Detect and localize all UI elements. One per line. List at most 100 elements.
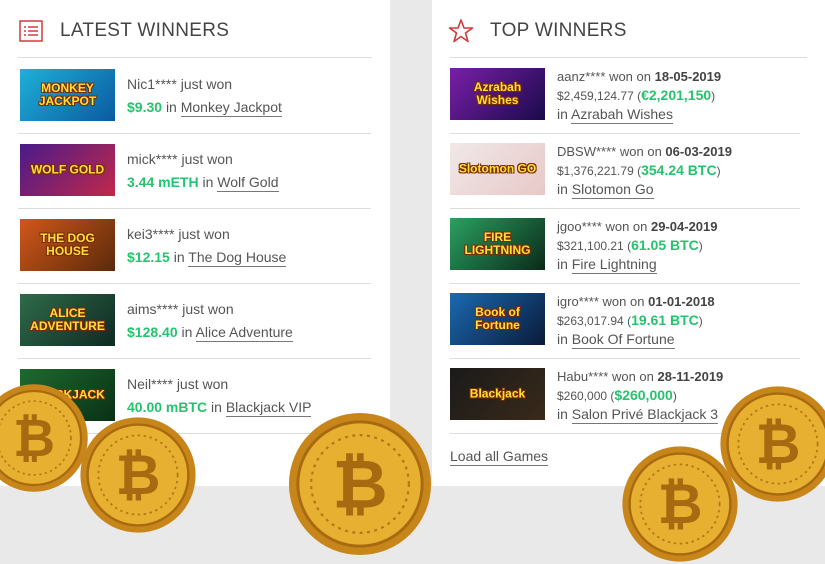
winner-username: jgoo**** <box>557 219 602 234</box>
in-label: in <box>557 256 568 272</box>
game-link[interactable]: Azrabah Wishes <box>571 106 673 124</box>
game-thumbnail-title: THE DOG HOUSE <box>40 231 95 258</box>
win-amount: €2,201,150 <box>641 87 712 103</box>
won-on-label: won on <box>611 369 654 384</box>
win-amount: $260,000 <box>614 387 673 403</box>
in-label: in <box>211 399 222 415</box>
winner-username: Habu**** <box>557 369 609 384</box>
game-thumbnail-title: Book of Fortune <box>475 305 520 332</box>
in-label: in <box>202 174 214 190</box>
bitcoin-coin-icon: ₿ <box>80 417 196 533</box>
svg-text:₿: ₿ <box>756 413 801 477</box>
game-thumbnail[interactable]: ALICE ADVENTURE <box>20 294 115 346</box>
top-winner-row: Slotomon GO DBSW**** won on 06-03-2019 $… <box>450 133 800 209</box>
game-thumbnail[interactable]: FIRE LIGHTNING <box>450 218 545 270</box>
winner-username: aims**** <box>127 301 179 317</box>
game-link[interactable]: Salon Privé Blackjack 3 <box>571 406 719 424</box>
win-usd-value: $1,376,221.79 <box>557 164 634 178</box>
game-link[interactable]: The Dog House <box>188 249 287 267</box>
game-thumbnail-title: FIRE LIGHTNING <box>464 230 531 257</box>
game-thumbnail[interactable]: Book of Fortune <box>450 293 545 345</box>
svg-text:₿: ₿ <box>332 446 387 525</box>
winner-username: aanz**** <box>557 69 606 84</box>
bitcoin-coin-icon: ₿ <box>288 412 432 556</box>
top-winner-row: FIRE LIGHTNING jgoo**** won on 29-04-201… <box>450 208 800 284</box>
latest-winners-header: LATEST WINNERS <box>18 17 229 45</box>
in-label: in <box>165 99 177 115</box>
winner-action: just won <box>180 76 233 92</box>
game-thumbnail[interactable]: Azrabah Wishes <box>450 68 545 120</box>
game-link[interactable]: Slotomon Go <box>571 181 654 199</box>
top-winner-row: Azrabah Wishes aanz**** won on 18-05-201… <box>450 58 800 134</box>
win-date: 01-01-2018 <box>648 294 715 309</box>
game-thumbnail[interactable]: THE DOG HOUSE <box>20 219 115 271</box>
winner-username: DBSW**** <box>557 144 617 159</box>
game-link[interactable]: Fire Lightning <box>571 256 657 274</box>
win-date: 18-05-2019 <box>654 69 722 84</box>
load-all-games-link[interactable]: Load all Games <box>450 448 549 466</box>
star-icon <box>448 19 474 43</box>
bitcoin-coin-icon: ₿ <box>720 386 825 502</box>
game-link[interactable]: Book Of Fortune <box>571 331 675 349</box>
winner-username: Nic1**** <box>127 76 177 92</box>
win-date: 29-04-2019 <box>651 219 718 234</box>
won-on-label: won on <box>619 144 662 159</box>
win-date: 06-03-2019 <box>665 144 732 159</box>
game-link[interactable]: Alice Adventure <box>195 324 293 342</box>
game-thumbnail[interactable]: WOLF GOLD <box>20 144 115 196</box>
svg-text:₿: ₿ <box>13 409 55 469</box>
win-usd-value: $260,000 <box>557 389 608 403</box>
game-thumbnail[interactable]: Slotomon GO <box>450 143 545 195</box>
winner-username: kei3**** <box>127 226 175 242</box>
svg-text:₿: ₿ <box>116 444 161 508</box>
winner-info: aims**** just won $128.40 in Alice Adven… <box>127 298 371 344</box>
won-on-label: won on <box>609 69 651 84</box>
in-label: in <box>557 181 568 197</box>
latest-winner-row: MONKEY JACKPOT Nic1**** just won $9.30 i… <box>18 58 371 134</box>
game-link[interactable]: Wolf Gold <box>217 174 279 192</box>
win-amount: 3.44 mETH <box>127 174 199 190</box>
winner-info: DBSW**** won on 06-03-2019 $1,376,221.79… <box>557 144 732 199</box>
winner-action: just won <box>176 376 229 392</box>
winner-username: igro**** <box>557 294 599 309</box>
win-date: 28-11-2019 <box>657 369 724 384</box>
in-label: in <box>557 106 568 122</box>
winner-action: just won <box>181 151 233 167</box>
win-amount: $128.40 <box>127 324 178 340</box>
game-thumbnail-title: ALICE ADVENTURE <box>30 306 105 333</box>
winner-username: mick**** <box>127 151 178 167</box>
win-usd-value: $321,100.21 <box>557 239 624 253</box>
game-thumbnail-title: WOLF GOLD <box>30 162 105 177</box>
win-amount: 19.61 BTC <box>631 312 699 328</box>
win-amount: $12.15 <box>127 249 170 265</box>
top-winner-row: Book of Fortune igro**** won on 01-01-20… <box>450 283 800 359</box>
top-winners-header: TOP WINNERS <box>448 17 627 45</box>
won-on-label: won on <box>605 219 648 234</box>
game-thumbnail-title: Azrabah Wishes <box>473 80 522 107</box>
latest-winner-row: WOLF GOLD mick**** just won 3.44 mETH in… <box>18 133 371 209</box>
game-link[interactable]: Monkey Jackpot <box>180 99 282 117</box>
game-thumbnail[interactable]: MONKEY JACKPOT <box>20 69 115 121</box>
winner-info: mick**** just won 3.44 mETH in Wolf Gold <box>127 148 371 194</box>
game-thumbnail[interactable]: Blackjack <box>450 368 545 420</box>
winner-info: aanz**** won on 18-05-2019 $2,459,124.77… <box>557 69 722 124</box>
in-label: in <box>557 406 568 422</box>
in-label: in <box>557 331 568 347</box>
latest-winner-row: THE DOG HOUSE kei3**** just won $12.15 i… <box>18 208 371 284</box>
latest-winners-title: LATEST WINNERS <box>60 20 230 41</box>
bitcoin-coin-icon: ₿ <box>0 384 88 492</box>
game-thumbnail-title: Slotomon GO <box>458 161 537 176</box>
svg-text:₿: ₿ <box>658 473 703 537</box>
winner-info: jgoo**** won on 29-04-2019 $321,100.21 (… <box>557 219 718 274</box>
win-amount: 40.00 mBTC <box>127 399 208 415</box>
winner-action: just won <box>178 226 230 242</box>
win-amount: 354.24 BTC <box>641 162 717 178</box>
winner-username: Neil**** <box>127 376 173 392</box>
win-amount: $9.30 <box>127 99 163 115</box>
winner-action: just won <box>182 301 234 317</box>
win-amount: 61.05 BTC <box>631 237 699 253</box>
winner-info: kei3**** just won $12.15 in The Dog Hous… <box>127 223 371 269</box>
latest-winner-row: ALICE ADVENTURE aims**** just won $128.4… <box>18 283 371 359</box>
top-winners-title: TOP WINNERS <box>490 20 627 41</box>
win-usd-value: $2,459,124.77 <box>557 89 634 103</box>
